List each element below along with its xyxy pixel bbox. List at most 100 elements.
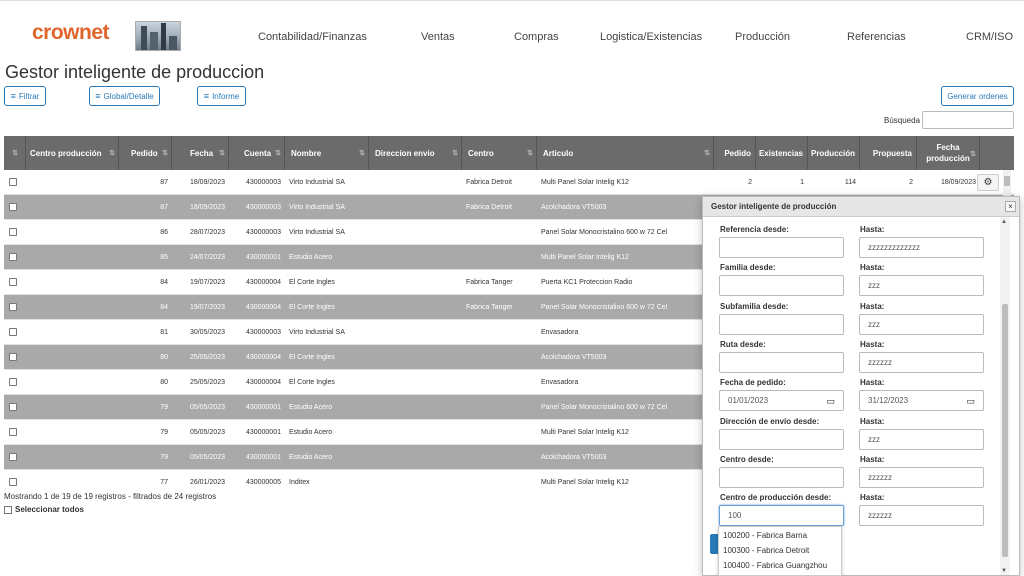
column-header-cuenta[interactable]: Cuenta ⇅ [229,136,285,170]
to-input[interactable]: zzz [859,275,984,297]
cell-cuenta: 430000001 [245,454,281,461]
column-header-select[interactable]: ⇅ [4,136,26,170]
generate-orders-button[interactable]: Generar ordenes [941,86,1014,106]
column-header-articulo[interactable]: Articulo ⇅ [537,136,714,170]
to-input[interactable]: zzzzzz [859,466,984,488]
cell-articulo: Multi Panel Solar Intelig K12 [541,179,629,186]
global-detail-button[interactable]: ≡ Global/Detalle [89,86,160,106]
filter-dialog: Gestor inteligente de producción × Refer… [702,196,1020,576]
from-input[interactable] [719,313,844,335]
filter-button[interactable]: ≡ Filtrar [4,86,46,106]
to-input[interactable]: zzzzzz [859,351,984,373]
scroll-up-icon[interactable]: ▲ [1001,219,1007,225]
cell-cuenta: 430000004 [245,379,281,386]
row-checkbox[interactable] [9,203,17,211]
row-checkbox[interactable] [9,328,17,336]
cell-centro: Fabrica Tanger [466,304,513,311]
nav-item-referencias[interactable]: Referencias [847,31,906,43]
row-checkbox[interactable] [9,303,17,311]
column-header-fecha[interactable]: Fecha ⇅ [172,136,229,170]
from-input[interactable]: 100 [719,505,844,527]
cell-prod: 114 [844,179,856,186]
field-label: Hasta: [860,339,885,349]
from-input[interactable]: 01/01/2023 ▭ [719,390,844,412]
calendar-icon[interactable]: ▭ [826,396,835,407]
column-header-nombre[interactable]: Nombre ⇅ [285,136,369,170]
scroll-down-icon[interactable]: ▼ [1001,568,1007,574]
to-input[interactable]: zzzzzzzzzzzzz [859,237,984,258]
cell-articulo: Panel Solar Monocristalino 600 w 72 Cel [541,229,668,236]
row-checkbox[interactable] [9,453,17,461]
column-header-fecha-produccion[interactable]: Fecha producción ⇅ [917,136,980,170]
autocomplete-option[interactable]: 100300 - Fabrica Detroit [723,546,809,555]
cell-articulo: Panel Solar Monocristalino 600 w 72 Cel [541,404,668,411]
row-checkbox[interactable] [9,428,17,436]
autocomplete-option[interactable]: 100400 - Fabrica Guangzhou [723,561,827,570]
row-checkbox[interactable] [9,403,17,411]
table-info: Mostrando 1 de 19 de 19 registros - filt… [4,492,217,501]
report-button[interactable]: ≡ Informe [197,86,246,106]
from-input[interactable] [719,428,844,450]
cell-pedido: 87 [160,204,168,211]
cell-nombre: El Corte Ingles [289,279,335,286]
cell-pedido: 87 [160,179,168,186]
page-title: Gestor inteligente de produccion [5,62,265,82]
cell-nombre: Inditex [289,479,310,486]
column-header-centro[interactable]: Centro ⇅ [462,136,537,170]
cell-fecha: 25/05/2023 [189,379,225,386]
cell-nombre: Virto Industrial SA [289,179,345,186]
table-row[interactable]: 87 18/09/2023 430000003 Virto Industrial SA… [4,170,1014,195]
cell-fecha: 05/05/2023 [189,429,225,436]
cell-fecha: 05/05/2023 [189,404,225,411]
nav-item-logistica[interactable]: Logistica/Existencias [600,31,702,43]
cell-centro [462,445,537,470]
row-checkbox[interactable] [9,178,17,186]
from-input[interactable] [719,351,844,373]
cell-pedido: 84 [160,304,168,311]
column-header-existencias[interactable]: Existencias [756,136,808,170]
from-input[interactable] [719,466,844,488]
row-checkbox[interactable] [9,253,17,261]
row-checkbox[interactable] [9,228,17,236]
to-input[interactable]: 31/12/2023 ▭ [859,390,984,412]
nav-item-ventas[interactable]: Ventas [421,31,455,43]
dialog-scrollbar[interactable]: ▲ ▼ [1000,217,1010,575]
to-input[interactable]: zzz [859,313,984,335]
column-header-pedido-qty[interactable]: Pedido [714,136,756,170]
brand-logo[interactable]: crownet [32,21,110,45]
cell-cuenta: 430000001 [245,254,281,261]
cell-centro: Fabrica Detroit [466,179,512,186]
column-header-direccion-envio[interactable]: Direccion envio ⇅ [369,136,462,170]
cell-cuenta: 430000003 [245,229,281,236]
cell-nombre: Estudio Acero [289,404,333,411]
nav-item-compras[interactable]: Compras [514,31,559,43]
search-input[interactable] [922,111,1014,129]
column-header-produccion[interactable]: Producción [808,136,860,170]
cell-cuenta: 430000005 [245,479,281,486]
to-input[interactable]: zzz [859,428,984,450]
row-checkbox[interactable] [9,353,17,361]
select-all-checkbox[interactable]: Seleccionar todos [4,505,84,514]
cell-nombre: Virto Industrial SA [289,329,345,336]
column-header-propuesta[interactable]: Propuesta [860,136,917,170]
calendar-icon[interactable]: ▭ [966,396,975,407]
from-input[interactable] [719,237,844,258]
row-checkbox[interactable] [9,478,17,486]
autocomplete-option[interactable]: 100200 - Fabrica Barna [723,531,807,540]
from-input[interactable] [719,275,844,297]
nav-item-contabilidad[interactable]: Contabilidad/Finanzas [258,31,367,43]
nav-item-crm-iso[interactable]: CRM/ISO [966,31,1013,43]
nav-item-produccion[interactable]: Producción [735,31,790,43]
row-checkbox[interactable] [9,378,17,386]
column-header-pedido[interactable]: Pedido ⇅ [119,136,172,170]
close-icon[interactable]: × [1005,201,1016,212]
column-header-centro-produccion[interactable]: Centro producción ⇅ [26,136,119,170]
cell-centro [462,245,537,270]
field-label: Dirección de envío desde: [720,416,820,426]
to-input[interactable]: zzzzzz [859,505,984,527]
gear-icon[interactable]: ⚙ [977,174,999,191]
checkbox[interactable] [4,505,12,514]
cell-cuenta: 430000001 [245,429,281,436]
cell-pedido: 80 [160,354,168,361]
row-checkbox[interactable] [9,278,17,286]
